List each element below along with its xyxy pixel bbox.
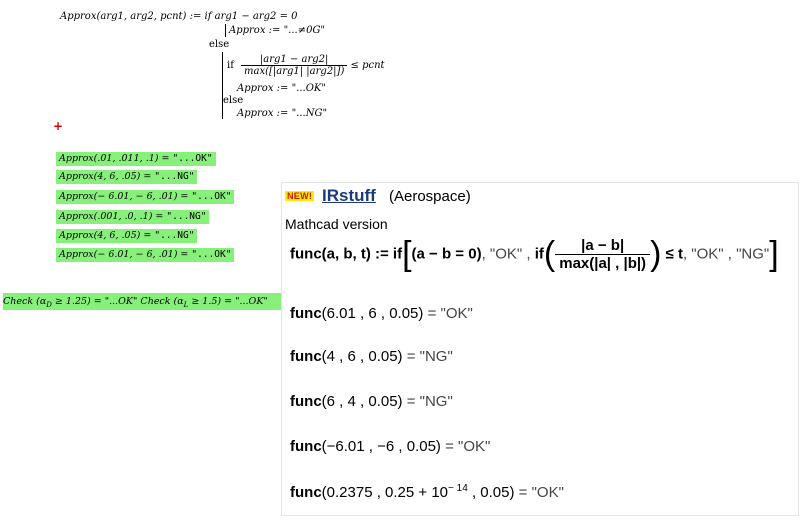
check-1-prefix: Check (α [3,296,47,307]
result-expr: Approx(.01, .011, .1) = [59,153,173,164]
insert-cursor-marker[interactable]: + [53,119,63,133]
ratio-denominator: max(|a| , |b|) [559,255,647,272]
irstuff-panel: NEW! IRstuff (Aerospace) Mathcad version… [281,182,799,516]
result-row[interactable]: Approx(.001, .0, .1) = "...NG" [56,210,210,224]
func-args-start: (0.2375 , 0.25 + 10 [321,484,449,501]
func-args: (−6.01 , −6 , 0.05) [321,438,441,455]
fraction-numerator: |arg1 − arg2| [241,54,348,66]
left-bracket: [ [402,235,412,273]
branch-2: Approx := "...OK" [237,83,326,94]
func-result[interactable]: func(4 , 6 , 0.05) = "NG" [290,348,453,365]
result-expr: Approx(− 6.01, − 6, .01) = [59,191,192,202]
result-value: "...OK" [191,249,232,260]
branch-3: Approx := "...NG" [237,108,328,119]
func-args-end: , 0.05) [467,484,515,501]
check-2-prefix: Check (α [137,296,184,307]
if-keyword-2: if [534,245,544,263]
result-row[interactable]: Approx(− 6.01, − 6, .01) = "...OK" [56,190,235,204]
func-exponent: − 14 [448,483,468,494]
left-paren: ( [543,235,556,273]
result-row[interactable]: Approx(− 6.01, − 6, .01) = "...OK" [56,248,235,262]
ok-ng-strings: , "OK" , "NG" [682,245,770,263]
check-results-bar[interactable]: Check (αD ≥ 1.25) = "...OK" Check (αL ≥ … [3,293,285,310]
definition-header: Approx(arg1, arg2, pcnt) := if arg1 − ar… [60,11,298,22]
if-2-fraction: |arg1 − arg2| max([|arg1| |arg2|]) ≤ pcn… [241,54,385,77]
func-result[interactable]: func(−6.01 , −6 , 0.05) = "OK" [290,438,490,455]
compare-t: ≤ t [661,245,683,263]
result-expr: Approx(4, 6, .05) = [59,171,155,182]
result-value: "...NG" [154,230,195,241]
panel-subtitle: (Aerospace) [389,188,471,205]
result-value: "...NG" [154,171,195,182]
new-badge: NEW! [285,191,315,201]
func-result[interactable]: func(0.2375 , 0.25 + 10− 14 , 0.05) = "O… [290,483,564,501]
branch-1: Approx := "...≠0G" [229,25,325,36]
right-paren: ) [650,235,662,273]
func-lhs: func(a, b, t) := [290,245,393,263]
result-expr: Approx(.001, .0, .1) = [59,211,167,222]
if-2-label: if [227,60,234,71]
ok-string-1: , "OK" , [481,245,535,263]
condition-1: (a − b = 0) [411,245,482,263]
func-name: func [290,484,322,501]
fraction-denominator: max([|arg1| |arg2|]) [244,66,345,77]
ratio-fraction: |a − b| max(|a| , |b|) [555,237,651,272]
func-definition[interactable]: func(a, b, t) := if[(a − b = 0), "OK" , … [290,235,779,274]
func-value: = "NG" [402,348,453,365]
func-result[interactable]: func(6.01 , 6 , 0.05) = "OK" [290,305,473,322]
result-row[interactable]: Approx(4, 6, .05) = "...NG" [56,170,198,184]
func-args: (4 , 6 , 0.05) [321,348,403,365]
mathcad-version-label: Mathcad version [285,216,388,232]
func-args: (6.01 , 6 , 0.05) [321,305,424,322]
result-expr: Approx(4, 6, .05) = [59,230,155,241]
irstuff-link[interactable]: IRstuff [322,186,376,206]
func-name: func [290,348,322,365]
branch-1-text: Approx := "...≠0G" [229,25,326,36]
result-value: "...NG" [166,211,207,222]
func-value: = "OK" [514,484,564,501]
func-args: (6 , 4 , 0.05) [321,393,403,410]
result-expr: Approx(− 6.01, − 6, .01) = [59,249,192,260]
func-name: func [290,393,322,410]
program-bar-2 [222,52,223,119]
if-2-compare: ≤ pcnt [350,60,385,71]
func-value: = "NG" [402,393,453,410]
result-value: "...OK" [172,153,213,164]
else-1: else [209,39,230,50]
func-value: = "OK" [423,305,473,322]
ratio-numerator: |a − b| [555,237,651,255]
result-row[interactable]: Approx(.01, .011, .1) = "...OK" [56,152,216,166]
check-1-result: ≥ 1.25) = "...OK" [51,296,138,307]
else-2: else [223,95,244,106]
program-bar-1 [225,24,226,37]
func-name: func [290,438,322,455]
result-row[interactable]: Approx(4, 6, .05) = "...NG" [56,229,198,243]
result-value: "...OK" [191,191,232,202]
func-result[interactable]: func(6 , 4 , 0.05) = "NG" [290,393,453,410]
right-bracket: ] [769,235,779,273]
check-2-result: ≥ 1.5) = "...OK" [188,296,268,307]
if-keyword: if [392,245,403,263]
func-name: func [290,305,322,322]
func-value: = "OK" [440,438,491,455]
mathcad-worksheet[interactable]: Approx(arg1, arg2, pcnt) := if arg1 − ar… [0,0,800,522]
